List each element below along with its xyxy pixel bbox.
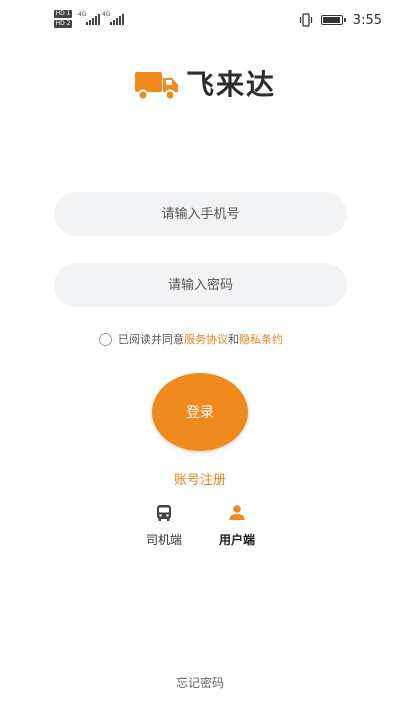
status-right: 3:55 [299, 12, 382, 28]
login-button[interactable]: 登录 [152, 373, 248, 451]
forgot-password-link[interactable]: 忘记密码 [0, 674, 400, 691]
status-bar: HD 1 HD 2 4G 4G 3:55 [0, 0, 400, 38]
hd-2-badge: HD 2 [54, 20, 72, 28]
signal-1-icon [86, 14, 100, 25]
register-link[interactable]: 账号注册 [0, 469, 400, 488]
truck-icon [135, 72, 178, 101]
bus-icon [157, 505, 171, 521]
hd-1-badge: HD 1 [54, 10, 72, 18]
password-input[interactable] [54, 263, 347, 307]
user-icon [229, 505, 245, 520]
vibrate-icon [299, 13, 312, 27]
privacy-policy-link[interactable]: 隐私条约 [239, 331, 283, 347]
agreement-prefix: 已阅读并同意 [118, 333, 184, 346]
role-user-option[interactable]: 用户端 [207, 503, 267, 548]
agreement-and: 和 [228, 333, 239, 346]
app-name: 飞来达 [186, 68, 277, 101]
signal-2-icon [110, 14, 124, 25]
battery-icon [320, 15, 346, 25]
agreement-checkbox[interactable] [99, 332, 112, 346]
app-logo: 飞来达 [134, 68, 276, 102]
role-driver-label: 司机端 [145, 533, 182, 547]
role-driver-option[interactable]: 司机端 [134, 503, 194, 548]
hd-tags: HD 1 HD 2 [54, 10, 74, 30]
agreement-row: 已阅读并同意 服务协议 和 隐私条约 [99, 331, 283, 347]
service-agreement-link[interactable]: 服务协议 [184, 331, 228, 347]
phone-input[interactable] [54, 192, 347, 236]
login-screen: HD 1 HD 2 4G 4G 3:55 飞来达 请输入手机号 已阅读并同意 服… [0, 0, 400, 711]
clock: 3:55 [352, 12, 382, 28]
role-user-label: 用户端 [218, 533, 255, 547]
